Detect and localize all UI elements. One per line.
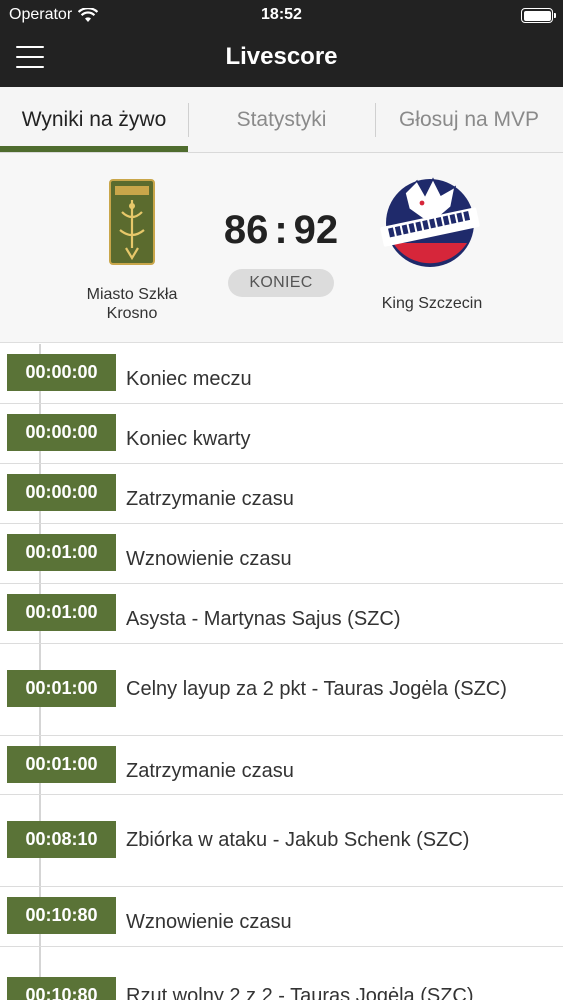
event-description: Wznowienie czasu xyxy=(126,911,292,933)
event-time-badge: 00:10:80 xyxy=(7,897,116,934)
match-status-badge: KONIEC xyxy=(228,269,334,297)
tab-vote-mvp[interactable]: Głosuj na MVP xyxy=(375,87,563,153)
event-time-badge: 00:00:00 xyxy=(7,474,116,511)
event-list: 00:00:00 Koniec meczu 00:00:00 Koniec kw… xyxy=(0,344,563,1000)
event-row[interactable]: 00:01:00 Celny layup za 2 pkt - Tauras J… xyxy=(0,644,563,736)
tab-statistics[interactable]: Statystyki xyxy=(188,87,375,153)
match-score: 86:92 xyxy=(210,208,352,253)
event-time-badge: 00:00:00 xyxy=(7,414,116,451)
event-description: Asysta - Martynas Sajus (SZC) xyxy=(126,608,401,630)
active-tab-indicator xyxy=(0,146,188,152)
event-description: Rzut wolny 2 z 2 - Tauras Jogėla (SZC) xyxy=(126,985,474,1000)
event-description: Celny layup za 2 pkt - Tauras Jogėla (SZ… xyxy=(126,678,507,700)
scoreboard: Miasto Szkła Krosno 86:92 KONIEC King Sz… xyxy=(0,153,563,343)
away-score: 92 xyxy=(293,208,339,252)
event-description: Zbiórka w ataku - Jakub Schenk (SZC) xyxy=(126,829,470,851)
status-bar: Operator 18:52 xyxy=(0,0,563,30)
clock: 18:52 xyxy=(261,6,302,23)
tab-live-results[interactable]: Wyniki na żywo xyxy=(0,87,188,153)
event-row[interactable]: 00:01:00 Asysta - Martynas Sajus (SZC) xyxy=(0,584,563,644)
event-description: Koniec meczu xyxy=(126,368,252,390)
event-description: Koniec kwarty xyxy=(126,428,251,450)
event-row[interactable]: 00:08:10 Zbiórka w ataku - Jakub Schenk … xyxy=(0,795,563,887)
event-row[interactable]: 00:00:00 Koniec kwarty xyxy=(0,404,563,464)
event-time-badge: 00:01:00 xyxy=(7,670,116,707)
home-team-name: Miasto Szkła Krosno xyxy=(86,286,178,322)
nav-bar: Livescore xyxy=(0,30,563,87)
event-description: Zatrzymanie czasu xyxy=(126,760,294,782)
event-description: Zatrzymanie czasu xyxy=(126,488,294,510)
score-separator: : xyxy=(274,208,288,252)
krosno-crest-logo[interactable] xyxy=(108,178,156,266)
wilki-morskie-wolf-logo[interactable] xyxy=(375,173,485,273)
event-time-badge: 00:01:00 xyxy=(7,594,116,631)
event-row[interactable]: 00:01:00 Zatrzymanie czasu xyxy=(0,736,563,795)
event-time-badge: 00:10:80 xyxy=(7,977,116,1000)
event-row[interactable]: 00:00:00 Koniec meczu xyxy=(0,344,563,404)
event-row[interactable]: 00:01:00 Wznowienie czasu xyxy=(0,524,563,584)
page-title: Livescore xyxy=(225,43,338,70)
event-time-badge: 00:00:00 xyxy=(7,354,116,391)
home-score: 86 xyxy=(223,208,269,252)
event-row[interactable]: 00:10:80 Wznowienie czasu xyxy=(0,887,563,947)
event-row[interactable]: 00:10:80 Rzut wolny 2 z 2 - Tauras Jogėl… xyxy=(0,947,563,1000)
tab-bar: Wyniki na żywo Statystyki Głosuj na MVP xyxy=(0,87,563,153)
away-team-name: King Szczecin xyxy=(381,295,483,312)
event-time-badge: 00:08:10 xyxy=(7,821,116,858)
battery-icon xyxy=(521,8,556,23)
event-time-badge: 00:01:00 xyxy=(7,534,116,571)
event-description: Wznowienie czasu xyxy=(126,548,292,570)
event-time-badge: 00:01:00 xyxy=(7,746,116,783)
event-row[interactable]: 00:00:00 Zatrzymanie czasu xyxy=(0,464,563,524)
